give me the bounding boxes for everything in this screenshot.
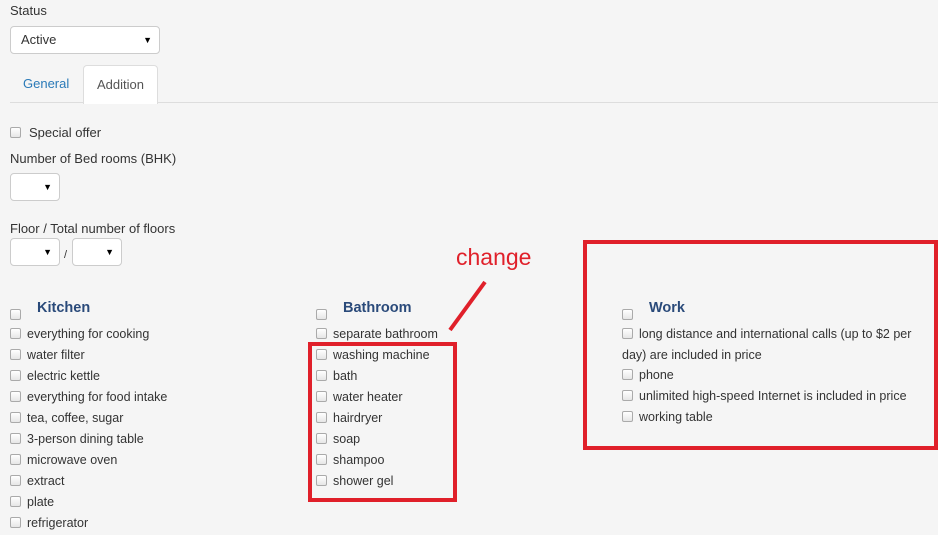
kitchen-item-label: everything for food intake (27, 390, 168, 404)
floors-separator: / (64, 249, 68, 261)
kitchen-item[interactable]: extract (10, 471, 65, 492)
bathroom-group-checkbox[interactable] (316, 306, 327, 321)
chevron-down-icon: ▼ (43, 247, 52, 257)
checkbox[interactable] (10, 496, 21, 508)
checkbox[interactable] (316, 328, 327, 340)
kitchen-item-label: plate (27, 495, 55, 509)
kitchen-item[interactable]: microwave oven (10, 450, 117, 471)
annotation-arrow (448, 280, 487, 332)
checkbox[interactable] (10, 475, 21, 487)
kitchen-item[interactable]: refrigerator (10, 513, 88, 534)
checkbox[interactable] (10, 370, 21, 382)
chevron-down-icon: ▼ (43, 182, 52, 192)
annotation-label: change (456, 244, 532, 270)
checkbox[interactable] (10, 349, 21, 361)
kitchen-heading: Kitchen (37, 300, 91, 316)
tab-general[interactable]: General (10, 65, 82, 103)
kitchen-item-label: refrigerator (27, 516, 89, 530)
kitchen-item[interactable]: everything for food intake (10, 387, 167, 408)
chevron-down-icon: ▼ (143, 35, 152, 45)
special-offer-label: Special offer (29, 125, 102, 140)
kitchen-item-label: tea, coffee, sugar (27, 411, 124, 425)
checkbox[interactable] (10, 454, 21, 466)
total-floors-select[interactable]: ▼ (72, 238, 122, 266)
kitchen-item[interactable]: tea, coffee, sugar (10, 408, 123, 429)
checkbox[interactable] (10, 433, 21, 445)
floors-label: Floor / Total number of floors (10, 221, 176, 236)
kitchen-item[interactable]: 3-person dining table (10, 429, 144, 450)
bathroom-heading: Bathroom (343, 300, 412, 316)
checkbox[interactable] (10, 391, 21, 403)
kitchen-item[interactable]: plate (10, 492, 54, 513)
kitchen-item[interactable]: everything for cooking (10, 324, 149, 345)
floor-select[interactable]: ▼ (10, 238, 60, 266)
checkbox[interactable] (10, 127, 21, 139)
kitchen-item[interactable]: electric kettle (10, 366, 100, 387)
bedrooms-select[interactable]: ▼ (10, 173, 60, 201)
kitchen-item-label: microwave oven (27, 453, 118, 467)
kitchen-group-checkbox[interactable] (10, 306, 21, 321)
kitchen-item-label: electric kettle (27, 369, 100, 383)
checkbox[interactable] (10, 328, 21, 340)
special-offer-checkbox[interactable]: Special offer (10, 122, 101, 143)
status-select[interactable]: Active ▼ (10, 26, 160, 54)
kitchen-item-label: water filter (27, 348, 85, 362)
kitchen-item-label: extract (27, 474, 65, 488)
status-value: Active (21, 32, 57, 47)
bathroom-item-label: separate bathroom (333, 327, 438, 341)
kitchen-item-label: 3-person dining table (27, 432, 144, 446)
annotation-box-work (583, 240, 938, 450)
checkbox[interactable] (10, 517, 21, 529)
checkbox[interactable] (10, 412, 21, 424)
tab-addition[interactable]: Addition (83, 65, 158, 104)
status-label: Status (10, 3, 47, 18)
kitchen-item-label: everything for cooking (27, 327, 150, 341)
annotation-box-bathroom (308, 342, 457, 502)
chevron-down-icon: ▼ (105, 247, 114, 257)
bedrooms-label: Number of Bed rooms (BHK) (10, 151, 177, 166)
kitchen-item[interactable]: water filter (10, 345, 85, 366)
